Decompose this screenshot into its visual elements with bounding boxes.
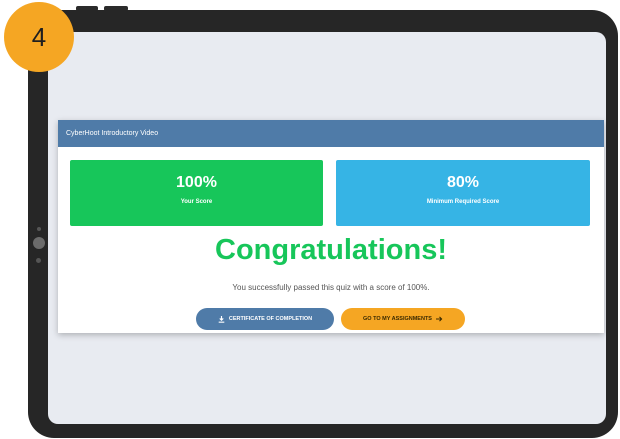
step-number: 4 xyxy=(31,21,47,52)
assignments-button-label: GO TO MY ASSIGNMENTS xyxy=(363,316,432,322)
your-score-value: 100% xyxy=(176,174,217,191)
result-message: You successfully passed this quiz with a… xyxy=(232,283,430,292)
quiz-result-card: CyberHoot Introductory Video 100% Your S… xyxy=(58,120,604,333)
tablet-screen: CyberHoot Introductory Video 100% Your S… xyxy=(48,32,606,424)
card-title: CyberHoot Introductory Video xyxy=(66,130,159,137)
certificate-button[interactable]: CERTIFICATE OF COMPLETION xyxy=(196,308,334,330)
tablet-camera-icon xyxy=(33,237,45,249)
required-score-box: 80% Minimum Required Score xyxy=(336,160,590,226)
arrow-right-icon xyxy=(435,316,443,322)
your-score-box: 100% Your Score xyxy=(70,160,323,226)
go-to-assignments-button[interactable]: GO TO MY ASSIGNMENTS xyxy=(341,308,465,330)
congratulations-heading: Congratulations! xyxy=(215,234,447,266)
card-header: CyberHoot Introductory Video xyxy=(58,120,604,147)
certificate-button-label: CERTIFICATE OF COMPLETION xyxy=(228,316,313,322)
download-icon xyxy=(218,315,225,323)
tablet-mic-dot xyxy=(36,258,41,263)
required-score-label: Minimum Required Score xyxy=(426,199,500,205)
tablet-sensor-dot xyxy=(37,227,41,231)
required-score-value: 80% xyxy=(446,174,480,191)
step-number-badge: 4 xyxy=(4,2,74,72)
your-score-label: Your Score xyxy=(180,199,213,205)
